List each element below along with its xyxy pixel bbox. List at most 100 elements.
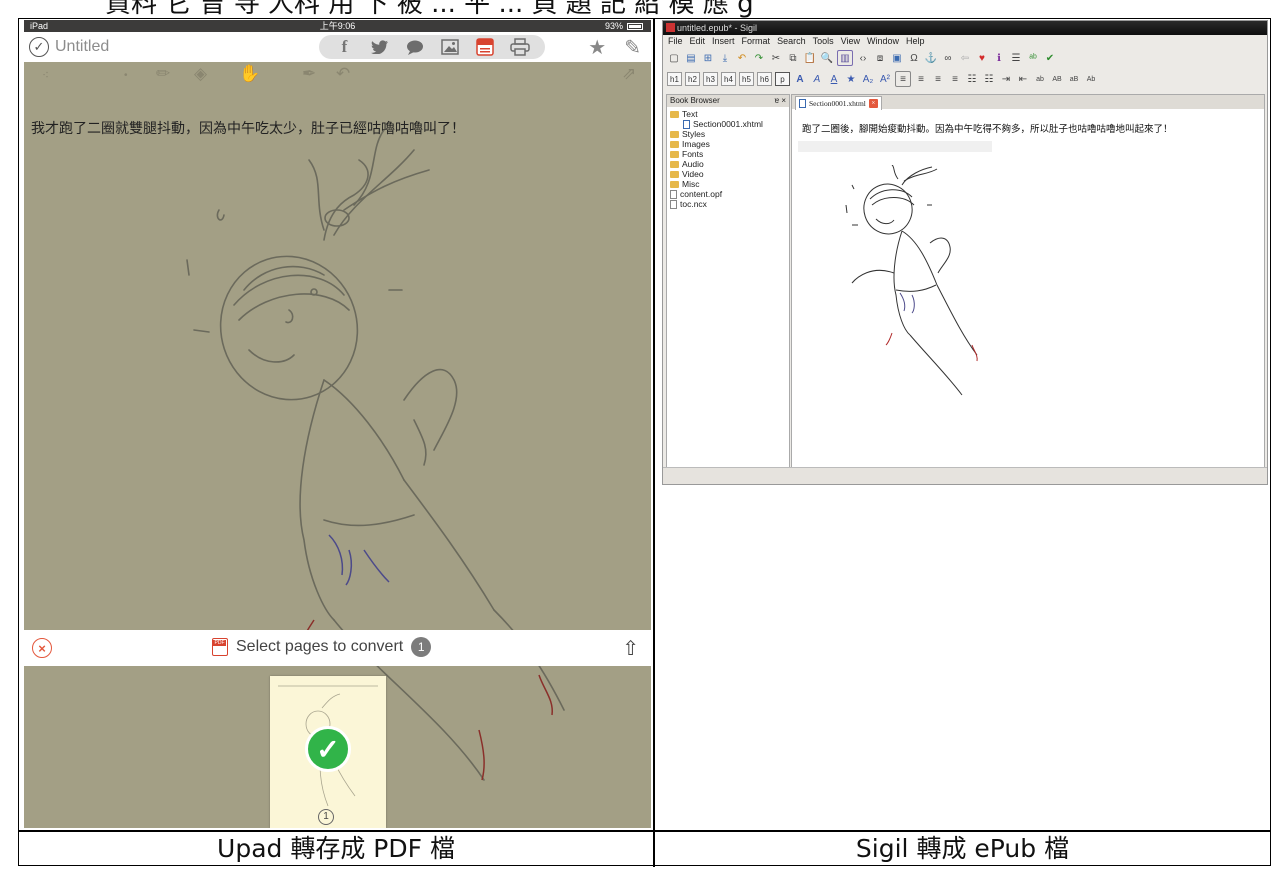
menu-file[interactable]: File bbox=[668, 35, 683, 48]
sigil-titlebar: untitled.epub* - Sigil bbox=[663, 21, 1267, 35]
add-icon[interactable]: ⊞ bbox=[701, 51, 715, 65]
validate-icon[interactable]: ✔ bbox=[1043, 51, 1057, 65]
titlecase-icon[interactable]: Ab bbox=[1084, 72, 1098, 86]
cut-header-text: 資料 它 曾 寻 人科 用 下 被 ... 平 ... 頁 題 記 紹 模 應 … bbox=[105, 0, 754, 18]
tree-item[interactable]: Styles bbox=[667, 129, 789, 139]
link-icon[interactable]: ∞ bbox=[941, 51, 955, 65]
menu-format[interactable]: Format bbox=[742, 35, 771, 48]
find-icon[interactable]: 🔍 bbox=[820, 51, 834, 65]
open-icon[interactable]: ▤ bbox=[684, 51, 698, 65]
underline-icon[interactable]: A bbox=[827, 72, 841, 86]
page-thumbnail[interactable]: ✓ 1 bbox=[270, 676, 386, 828]
folder-icon bbox=[670, 170, 679, 178]
special-char-icon[interactable]: Ω bbox=[907, 51, 921, 65]
strike-icon[interactable]: ★ bbox=[844, 72, 858, 86]
folder-icon bbox=[670, 160, 679, 168]
italic-icon[interactable]: A bbox=[810, 72, 824, 86]
embedded-toolbar-image bbox=[798, 141, 992, 152]
menu-view[interactable]: View bbox=[841, 35, 860, 48]
upad-screenshot: iPad 上午9:06 93% ✓ Untitled f ★ ✎ ⁖ • ✏ ◈… bbox=[24, 20, 651, 828]
menu-search[interactable]: Search bbox=[777, 35, 806, 48]
new-file-icon[interactable]: ▢ bbox=[667, 51, 681, 65]
align-left-icon[interactable]: ≡ bbox=[895, 71, 911, 87]
uppercase-icon[interactable]: AB bbox=[1050, 72, 1064, 86]
paragraph-button[interactable]: p bbox=[775, 72, 790, 86]
copy-icon[interactable]: ⧉ bbox=[786, 51, 800, 65]
anchor-icon[interactable]: ⚓ bbox=[924, 51, 938, 65]
save-icon[interactable]: ⤓ bbox=[718, 51, 732, 65]
sigil-menubar: File Edit Insert Format Search Tools Vie… bbox=[663, 35, 1267, 48]
menu-edit[interactable]: Edit bbox=[690, 35, 706, 48]
panel-float-close-icon[interactable]: ɐ × bbox=[775, 95, 786, 107]
indent-icon[interactable]: ⇥ bbox=[999, 72, 1013, 86]
code-view-icon[interactable]: ‹› bbox=[856, 51, 870, 65]
number-list-icon[interactable]: ☷ bbox=[982, 72, 996, 86]
book-view-icon[interactable]: ▥ bbox=[837, 50, 853, 66]
spellcheck-icon[interactable]: ᵃᵇ bbox=[1026, 51, 1040, 65]
align-center-icon[interactable]: ≡ bbox=[914, 72, 928, 86]
file-icon bbox=[670, 199, 677, 209]
toc-icon[interactable]: ☰ bbox=[1009, 51, 1023, 65]
folder-icon bbox=[670, 150, 679, 158]
split-icon[interactable]: ⧈ bbox=[873, 51, 887, 65]
superscript-icon[interactable]: A² bbox=[878, 72, 892, 86]
redo-icon[interactable]: ↷ bbox=[752, 51, 766, 65]
tree-item[interactable]: Images bbox=[667, 139, 789, 149]
thumb-page-number: 1 bbox=[318, 809, 334, 825]
heart-icon[interactable]: ♥ bbox=[975, 51, 989, 65]
sigil-screenshot: untitled.epub* - Sigil File Edit Insert … bbox=[662, 20, 1268, 485]
xhtml-file-icon bbox=[799, 99, 806, 108]
tree-item[interactable]: toc.ncx bbox=[667, 199, 789, 209]
menu-tools[interactable]: Tools bbox=[813, 35, 834, 48]
pdf-icon bbox=[212, 638, 228, 656]
export-share-icon[interactable]: ⇧ bbox=[622, 636, 639, 661]
sigil-app-icon bbox=[666, 23, 675, 32]
tree-item[interactable]: Video bbox=[667, 169, 789, 179]
bold-icon[interactable]: A bbox=[793, 72, 807, 86]
heading-h1-button[interactable]: h1 bbox=[667, 72, 682, 86]
undo-icon[interactable]: ↶ bbox=[735, 51, 749, 65]
folder-icon bbox=[670, 130, 679, 138]
tree-item[interactable]: Text bbox=[667, 109, 789, 119]
editor-text[interactable]: 跑了二圈後，腳開始痠動抖動。因為中午吃得不夠多，所以肚子也咕嚕咕嚕地叫起來了！ bbox=[802, 121, 1173, 135]
heading-h2-button[interactable]: h2 bbox=[685, 72, 700, 86]
tree-item[interactable]: Audio bbox=[667, 159, 789, 169]
sigil-status-bar bbox=[663, 467, 1267, 484]
bullet-list-icon[interactable]: ☷ bbox=[965, 72, 979, 86]
tree-item[interactable]: Section0001.xhtml bbox=[667, 119, 789, 129]
outdent-icon[interactable]: ⇤ bbox=[1016, 72, 1030, 86]
folder-icon bbox=[670, 140, 679, 148]
menu-insert[interactable]: Insert bbox=[712, 35, 735, 48]
paste-icon[interactable]: 📋 bbox=[803, 51, 817, 65]
tree-item[interactable]: content.opf bbox=[667, 189, 789, 199]
heading-h5-button[interactable]: h5 bbox=[739, 72, 754, 86]
heading-h6-button[interactable]: h6 bbox=[757, 72, 772, 86]
subscript-icon[interactable]: A₂ bbox=[861, 72, 875, 86]
menu-help[interactable]: Help bbox=[906, 35, 925, 48]
tree-item[interactable]: Misc bbox=[667, 179, 789, 189]
heading-h3-button[interactable]: h3 bbox=[703, 72, 718, 86]
heading-h4-button[interactable]: h4 bbox=[721, 72, 736, 86]
editor-pane: Section0001.xhtml × 跑了二圈後，腳開始痠動抖動。因為中午吃得… bbox=[791, 94, 1265, 469]
window-title: untitled.epub* - Sigil bbox=[677, 23, 758, 33]
format-toolbar: h1 h2 h3 h4 h5 h6 p A A A ★ A₂ A² ≡ ≡ ≡ … bbox=[667, 70, 1098, 88]
xhtml-file-icon bbox=[683, 119, 690, 129]
align-right-icon[interactable]: ≡ bbox=[931, 72, 945, 86]
invert-case-icon[interactable]: aB bbox=[1067, 72, 1081, 86]
cancel-icon[interactable]: × bbox=[32, 638, 52, 658]
embedded-sketch-image bbox=[845, 165, 978, 396]
justify-icon[interactable]: ≡ bbox=[948, 72, 962, 86]
cut-icon[interactable]: ✂ bbox=[769, 51, 783, 65]
back-icon[interactable]: ⇦ bbox=[958, 51, 972, 65]
metadata-icon[interactable]: ℹ bbox=[992, 51, 1006, 65]
tree-item[interactable]: Fonts bbox=[667, 149, 789, 159]
menu-window[interactable]: Window bbox=[867, 35, 899, 48]
selected-check-icon: ✓ bbox=[305, 726, 351, 772]
folder-icon bbox=[670, 110, 679, 118]
convert-label: Select pages to convert bbox=[236, 638, 404, 655]
lowercase-icon[interactable]: ab bbox=[1033, 72, 1047, 86]
tab-section0001[interactable]: Section0001.xhtml × bbox=[795, 96, 882, 110]
insert-image-icon[interactable]: ▣ bbox=[890, 51, 904, 65]
close-tab-icon[interactable]: × bbox=[868, 99, 878, 108]
caption-left: Upad 轉存成 PDF 檔 bbox=[217, 834, 455, 863]
